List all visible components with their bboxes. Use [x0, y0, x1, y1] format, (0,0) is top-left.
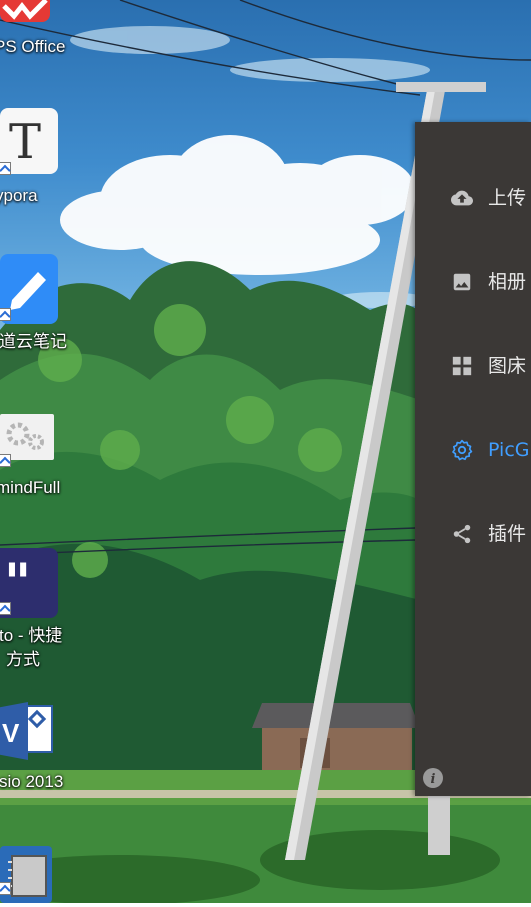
grid-icon: [451, 355, 473, 377]
info-icon[interactable]: i: [422, 767, 444, 789]
menu-item-label: PicG: [488, 439, 530, 461]
menu-item-album[interactable]: 相册: [415, 258, 531, 306]
picgo-side-menu: 上传 相册 图床 PicG 插件 i: [415, 122, 531, 796]
desktop-icon-label: PS Office: [0, 37, 66, 56]
desktop-icon-visio[interactable]: V sio 2013: [0, 700, 80, 800]
upload-cloud-icon: [451, 187, 473, 209]
image-icon: [451, 271, 473, 293]
shortcut-arrow-icon: [0, 162, 11, 175]
desktop-icon-quote-app[interactable]: " to - 快捷 方式: [0, 548, 80, 678]
menu-item-upload[interactable]: 上传: [415, 174, 531, 222]
desktop-icon-label-line2: 方式: [6, 650, 40, 669]
menu-item-label: 相册: [488, 271, 527, 293]
svg-text:V: V: [2, 718, 20, 748]
menu-item-picgo-settings[interactable]: PicG: [415, 426, 531, 474]
menu-item-plugins[interactable]: 插件: [415, 510, 531, 558]
desktop-icon-label: mindFull: [0, 478, 61, 497]
shortcut-arrow-icon: [0, 882, 11, 895]
desktop-icon-wps[interactable]: PS Office: [0, 0, 80, 60]
desktop-icon-mindfull[interactable]: mindFull: [0, 414, 80, 504]
gear-icon: [451, 439, 473, 461]
menu-item-label: 插件: [488, 523, 527, 545]
menu-item-picbed[interactable]: 图床: [415, 342, 531, 390]
visio-icon: V: [0, 700, 54, 762]
wps-office-icon: [0, 0, 50, 22]
shortcut-arrow-icon: [0, 602, 11, 615]
shortcut-arrow-icon: [0, 308, 11, 321]
shortcut-arrow-icon: [0, 454, 11, 467]
desktop-icon-chip[interactable]: [0, 846, 80, 903]
desktop-icon-label: ypora: [0, 186, 38, 205]
menu-item-label: 上传: [488, 187, 527, 209]
share-icon: [451, 523, 473, 545]
desktop-icon-typora[interactable]: T ypora: [0, 108, 80, 208]
desktop-icon-label: sio 2013: [0, 772, 64, 791]
desktop-icon-label: 道云笔记: [0, 332, 67, 351]
desktop-icon-youdao-note[interactable]: 道云笔记: [0, 254, 80, 354]
svg-text:i: i: [431, 772, 436, 787]
menu-item-label: 图床: [488, 355, 527, 377]
svg-text:T: T: [9, 114, 41, 170]
desktop-icon-label: to - 快捷: [0, 626, 63, 645]
